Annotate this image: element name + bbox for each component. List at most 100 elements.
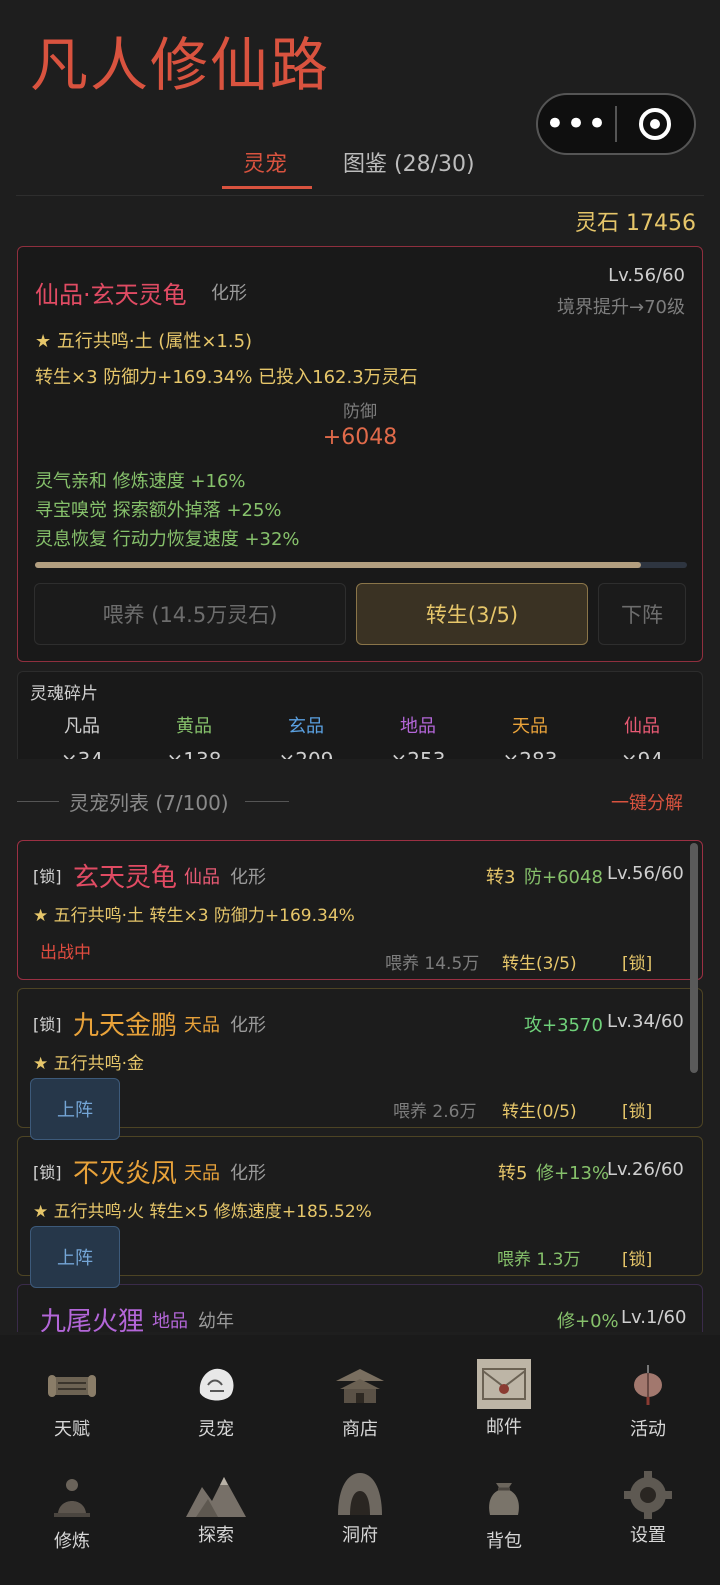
mail-icon bbox=[477, 1359, 531, 1409]
active-tab-indicator bbox=[222, 186, 312, 189]
soul-tier: 仙品 ×94 bbox=[582, 712, 702, 759]
lock-toggle[interactable]: [锁] bbox=[622, 949, 652, 974]
nav-label: 商店 bbox=[342, 1419, 378, 1440]
nav-item-cave[interactable]: 洞府 bbox=[288, 1469, 432, 1547]
pet-stage: 化形 bbox=[230, 867, 266, 888]
deployed-status: 出战中 bbox=[40, 943, 91, 963]
soul-tier: 玄品 ×209 bbox=[246, 712, 366, 759]
nav-item-mail[interactable]: 邮件 bbox=[432, 1357, 576, 1439]
stat-label: 防御 bbox=[343, 402, 377, 422]
realm-upgrade-hint: 境界提升→70级 bbox=[557, 297, 685, 318]
soul-fragments-title: 灵魂碎片 bbox=[30, 684, 98, 704]
lock-tag: [锁] bbox=[33, 1163, 62, 1182]
pet-trait: ★ 五行共鸣·火 转生×5 修炼速度+185.52% bbox=[33, 1202, 372, 1222]
nav-item-shop[interactable]: 商店 bbox=[288, 1363, 432, 1441]
rebirth-button[interactable]: 转生(3/5) bbox=[356, 583, 588, 645]
list-scrollbar[interactable] bbox=[690, 843, 698, 1073]
mountain-icon bbox=[186, 1477, 246, 1517]
pet-card[interactable]: [锁] 玄天灵龟 仙品 化形 转3 防+6048 Lv.56/60 ★ 五行共鸣… bbox=[17, 840, 703, 980]
rebirth-link[interactable]: 转生(0/5) bbox=[502, 1097, 577, 1122]
lantern-icon bbox=[634, 1365, 662, 1405]
pet-detail-card: 仙品·玄天灵龟 化形 Lv.56/60 境界提升→70级 ★ 五行共鸣·土 (属… bbox=[17, 246, 703, 662]
pet-stat: 修+0% bbox=[557, 1311, 619, 1332]
deploy-button[interactable]: 上阵 bbox=[30, 1078, 120, 1140]
ellipsis-icon[interactable]: ••• bbox=[538, 107, 615, 141]
nav-label: 探索 bbox=[198, 1525, 234, 1546]
divider bbox=[17, 801, 59, 802]
nav-item-events[interactable]: 活动 bbox=[576, 1363, 720, 1441]
pet-list-header: 灵宠列表 (7/100) 一键分解 bbox=[17, 787, 703, 817]
pet-rebirth-count: 转3 bbox=[486, 867, 516, 888]
pet-stage: 幼年 bbox=[198, 1311, 234, 1332]
soul-tier: 天品 ×283 bbox=[470, 712, 590, 759]
soul-tier-count: ×253 bbox=[358, 748, 478, 759]
pet-name: 九尾火狸 bbox=[40, 1307, 145, 1332]
pet-rebirth-count: 转5 bbox=[498, 1163, 528, 1184]
soul-tier-count: ×209 bbox=[246, 748, 366, 759]
level-progress-bar bbox=[35, 562, 687, 568]
pet-trait: ★ 五行共鸣·土 转生×3 防御力+169.34% bbox=[33, 906, 355, 926]
nav-item-settings[interactable]: 设置 bbox=[576, 1469, 720, 1547]
lock-tag: [锁] bbox=[33, 1015, 62, 1034]
nav-label: 背包 bbox=[486, 1531, 522, 1552]
lock-toggle[interactable]: [锁] bbox=[622, 1097, 652, 1122]
pet-grade: 天品 bbox=[184, 1163, 220, 1184]
lock-tag: [锁] bbox=[33, 867, 62, 886]
divider bbox=[245, 801, 289, 802]
rebirth-link[interactable]: 转生(3/5) bbox=[502, 949, 577, 974]
feed-link[interactable]: 喂养 2.6万 bbox=[393, 1097, 476, 1122]
pet-grade: 仙品 bbox=[184, 867, 220, 888]
pet-level: Lv.34/60 bbox=[607, 1011, 684, 1032]
element-resonance: ★ 五行共鸣·土 (属性×1.5) bbox=[35, 331, 253, 352]
pet-level: Lv.1/60 bbox=[621, 1307, 687, 1328]
bottom-nav: 天赋 灵宠 商店 邮件 活动 修炼 探索 洞府 背包 设置 bbox=[0, 1335, 720, 1585]
pet-detail-name: 仙品·玄天灵龟 bbox=[35, 281, 187, 309]
meditation-icon bbox=[54, 1479, 90, 1517]
soul-tier-name: 玄品 bbox=[288, 716, 324, 737]
pet-stat: 防+6048 bbox=[524, 867, 603, 888]
feed-button[interactable]: 喂养 (14.5万灵石) bbox=[34, 583, 346, 645]
pet-stat: 修+13% bbox=[536, 1163, 610, 1184]
nav-label: 修炼 bbox=[54, 1531, 90, 1552]
pet-list-title: 灵宠列表 (7/100) bbox=[69, 791, 229, 815]
soul-tier: 凡品 ×34 bbox=[22, 712, 142, 759]
pet-detail-stage: 化形 bbox=[211, 283, 247, 304]
soul-tier-count: ×138 bbox=[134, 748, 254, 759]
spirit-stone-balance: 灵石 17456 bbox=[575, 211, 696, 236]
app-title: 凡人修仙路 bbox=[30, 31, 331, 99]
tab-spirit-pet[interactable]: 灵宠 bbox=[243, 146, 287, 178]
pet-trait: ★ 五行共鸣·金 bbox=[33, 1054, 145, 1074]
pet-level: Lv.56/60 bbox=[607, 863, 684, 884]
skill-line: 寻宝嗅觉 探索额外掉落 +25% bbox=[35, 500, 282, 521]
skill-line: 灵息恢复 行动力恢复速度 +32% bbox=[35, 529, 300, 550]
nav-label: 灵宠 bbox=[198, 1419, 234, 1440]
pet-grade: 地品 bbox=[152, 1311, 188, 1332]
target-icon[interactable] bbox=[617, 108, 694, 140]
pet-stat: 攻+3570 bbox=[524, 1015, 603, 1036]
nav-item-talent[interactable]: 天赋 bbox=[0, 1363, 144, 1441]
nav-item-explore[interactable]: 探索 bbox=[144, 1469, 288, 1547]
decompose-all-button[interactable]: 一键分解 bbox=[611, 789, 683, 815]
tab-codex[interactable]: 图鉴 (28/30) bbox=[343, 146, 475, 178]
nav-label: 活动 bbox=[630, 1419, 666, 1440]
pet-name: 不灭炎凤 bbox=[73, 1159, 178, 1189]
deploy-button[interactable]: 上阵 bbox=[30, 1226, 120, 1288]
soul-tier-name: 仙品 bbox=[624, 716, 660, 737]
lock-toggle[interactable]: [锁] bbox=[622, 1245, 652, 1270]
feed-link[interactable]: 喂养 14.5万 bbox=[385, 949, 479, 974]
pet-card[interactable]: 九尾火狸 地品 幼年 修+0% Lv.1/60 bbox=[17, 1284, 703, 1332]
soul-tier: 地品 ×253 bbox=[358, 712, 478, 759]
soul-fragments-panel: 灵魂碎片 凡品 ×34 黄品 ×138 玄品 ×209 地品 ×253 天品 ×283 仙… bbox=[17, 671, 703, 759]
nav-item-bag[interactable]: 背包 bbox=[432, 1475, 576, 1553]
soul-tier-count: ×283 bbox=[470, 748, 590, 759]
unequip-button[interactable]: 下阵 bbox=[598, 583, 686, 645]
nav-item-spirit-pet[interactable]: 灵宠 bbox=[144, 1363, 288, 1441]
soul-tier-name: 天品 bbox=[512, 716, 548, 737]
soul-tier-name: 地品 bbox=[400, 716, 436, 737]
nav-item-cultivate[interactable]: 修炼 bbox=[0, 1475, 144, 1553]
stat-value: +6048 bbox=[322, 425, 398, 450]
pet-detail-level: Lv.56/60 bbox=[608, 265, 685, 286]
nav-label: 邮件 bbox=[486, 1417, 522, 1438]
feed-link[interactable]: 喂养 1.3万 bbox=[497, 1245, 580, 1270]
skill-line: 灵气亲和 修炼速度 +16% bbox=[35, 471, 246, 492]
